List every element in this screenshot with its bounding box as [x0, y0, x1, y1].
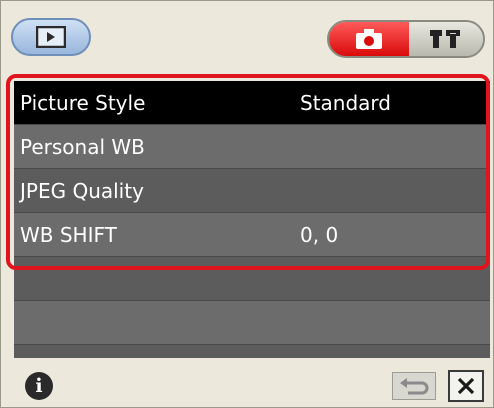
close-icon	[457, 377, 475, 395]
close-button[interactable]	[448, 370, 484, 402]
tab-camera[interactable]	[329, 22, 409, 56]
menu-item-jpeg-quality[interactable]: JPEG Quality	[14, 169, 490, 213]
tools-icon	[430, 30, 460, 48]
menu-item-picture-style[interactable]: Picture Style Standard	[14, 81, 490, 125]
mode-tabs	[327, 20, 485, 58]
camera-icon	[356, 29, 382, 49]
menu-item-label: JPEG Quality	[20, 178, 144, 203]
settings-menu: Picture Style Standard Personal WB JPEG …	[14, 81, 490, 358]
playback-button[interactable]	[11, 18, 91, 56]
empty-row	[14, 345, 490, 358]
menu-item-label: Picture Style	[20, 90, 146, 115]
empty-row	[14, 257, 490, 301]
menu-item-value: 0, 0	[300, 222, 339, 247]
menu-item-label: WB SHIFT	[20, 222, 117, 247]
menu-item-value: Standard	[300, 90, 391, 115]
app-window: Picture Style Standard Personal WB JPEG …	[0, 0, 494, 408]
menu-item-personal-wb[interactable]: Personal WB	[14, 125, 490, 169]
info-icon: i	[35, 375, 43, 397]
return-icon	[400, 378, 429, 395]
empty-row	[14, 301, 490, 345]
tab-tools[interactable]	[409, 22, 483, 56]
menu-item-wb-shift[interactable]: WB SHIFT 0, 0	[14, 213, 490, 257]
playback-icon	[36, 26, 66, 48]
menu-item-label: Personal WB	[20, 134, 145, 159]
info-button[interactable]: i	[25, 372, 53, 400]
return-button[interactable]	[392, 372, 436, 400]
